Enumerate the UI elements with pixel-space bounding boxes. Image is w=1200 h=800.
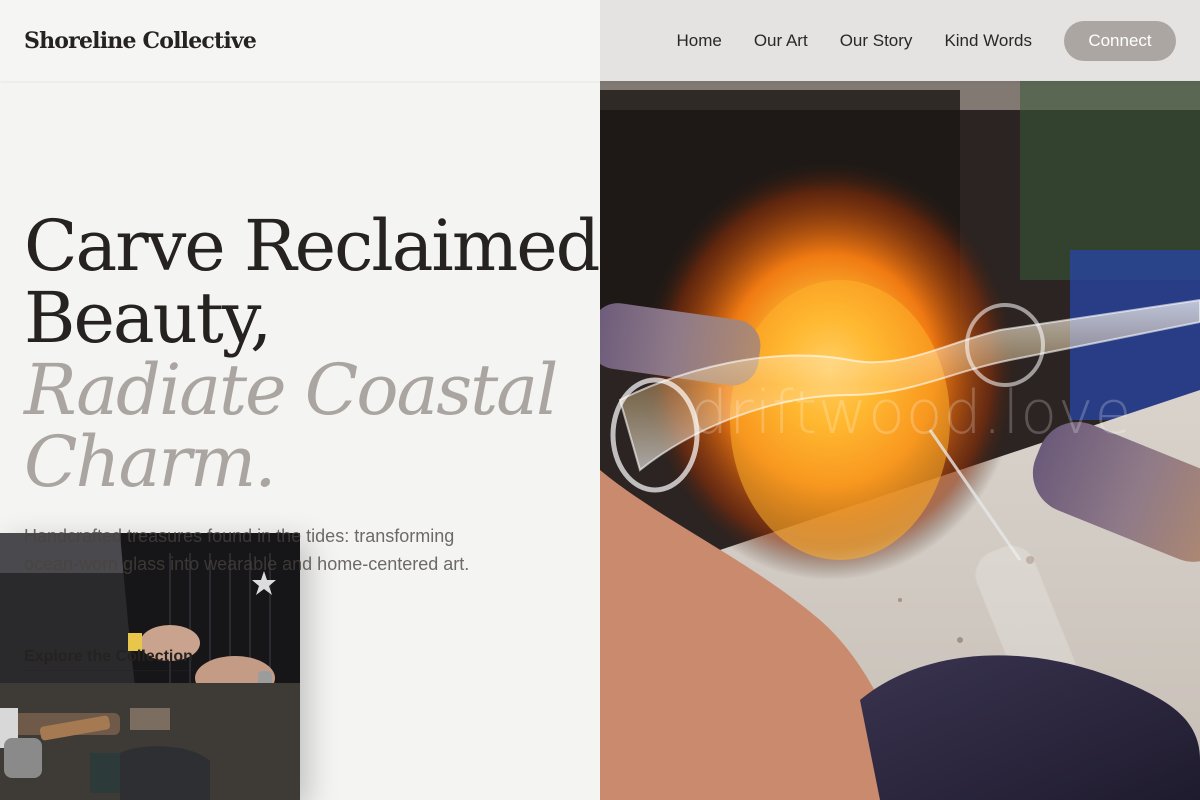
connect-button[interactable]: Connect [1064, 20, 1176, 61]
nav-link-home[interactable]: Home [676, 31, 721, 51]
hero-tagline: Handcrafted treasures found in the tides… [24, 526, 470, 574]
headline-line-2: Beauty, [24, 277, 272, 359]
hero-heading-block: Carve Reclaimed Beauty, Radiate Coastal … [24, 205, 600, 503]
nav-link-our-story[interactable]: Our Story [840, 31, 913, 51]
hero-headline: Carve Reclaimed Beauty, Radiate Coastal … [24, 205, 600, 503]
nav-link-kind-words[interactable]: Kind Words [944, 31, 1032, 51]
brand-logo[interactable]: Shoreline Collective [24, 28, 257, 54]
watermark-text: driftwood.love [690, 378, 1133, 448]
nav-link-our-art[interactable]: Our Art [754, 31, 808, 51]
headline-line-1: Carve Reclaimed [24, 205, 600, 287]
nav-links: Home Our Art Our Story Kind Words Connec… [676, 20, 1176, 61]
top-navigation: Shoreline Collective Home Our Art Our St… [0, 0, 1200, 81]
headline-accent-line-2: Charm. [24, 421, 276, 503]
headline-accent-line-1: Radiate Coastal [24, 349, 558, 431]
explore-collection-link[interactable]: Explore the Collection [24, 648, 193, 671]
